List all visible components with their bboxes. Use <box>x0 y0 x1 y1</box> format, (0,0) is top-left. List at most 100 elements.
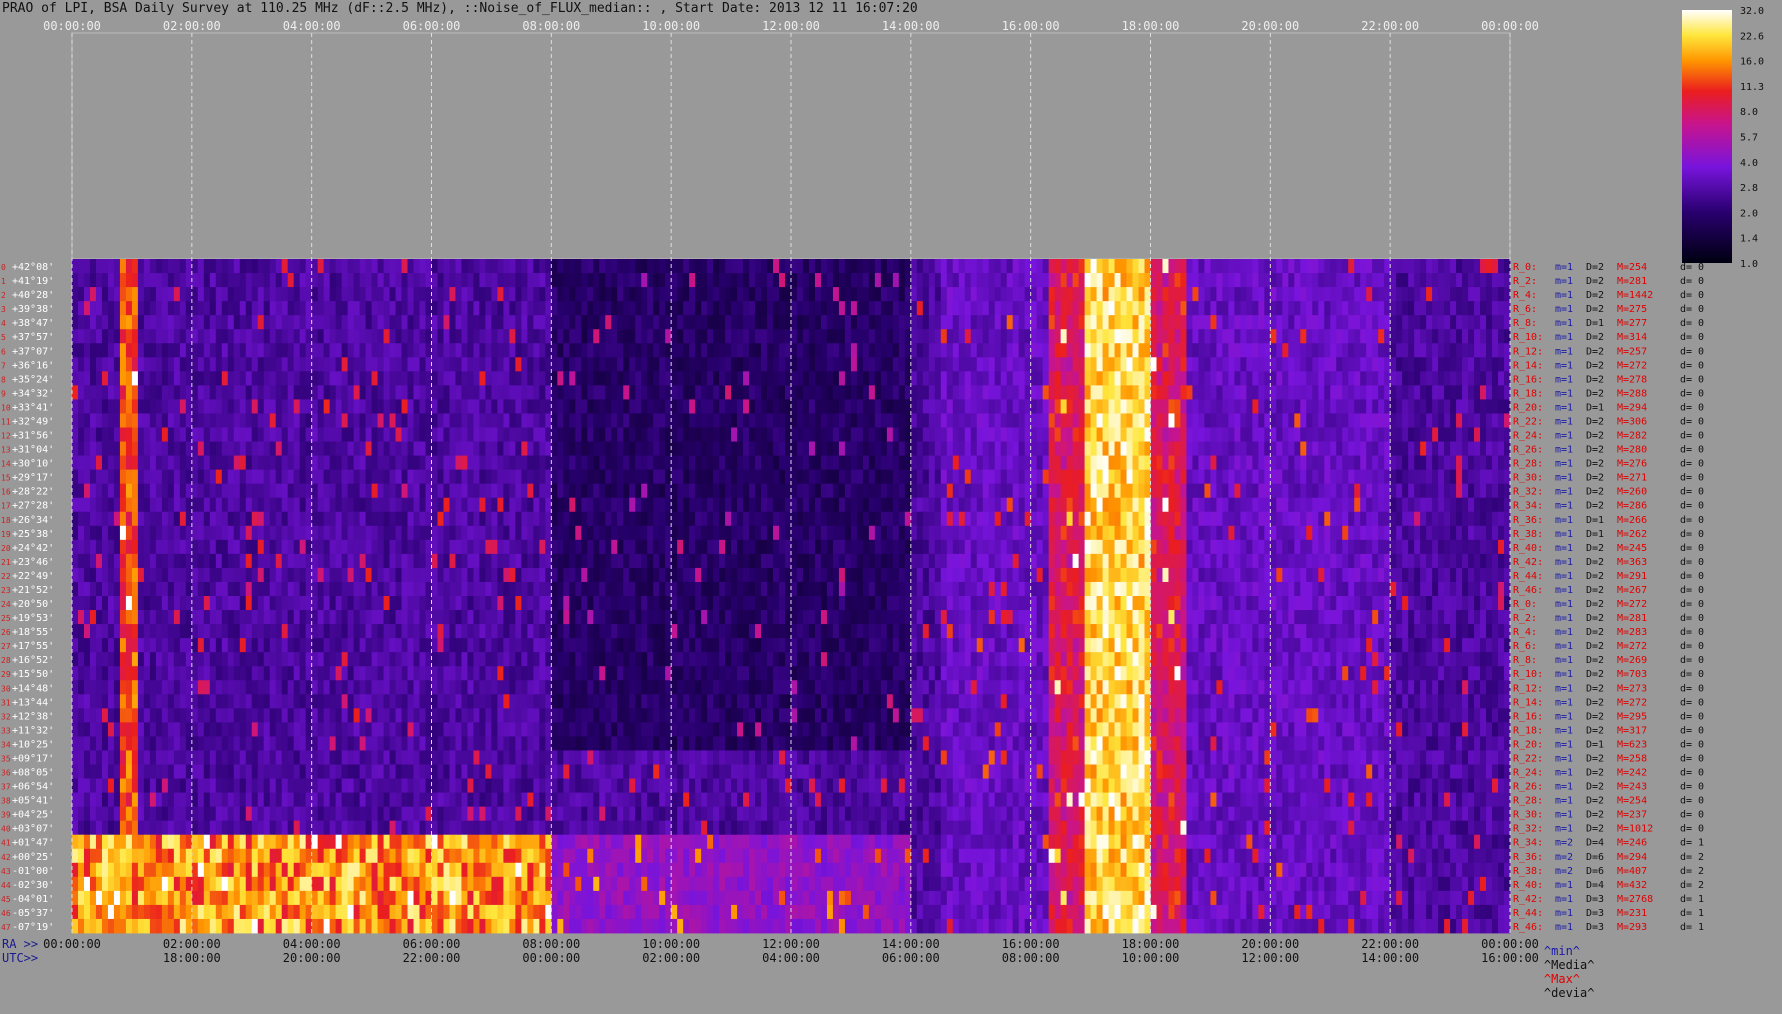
heatmap-cell <box>1246 301 1253 316</box>
heatmap-cell <box>677 399 684 414</box>
heatmap-cell <box>808 525 816 541</box>
heatmap-cell <box>641 427 648 442</box>
heatmap-cell <box>599 273 606 288</box>
heatmap-cell <box>545 483 552 499</box>
heatmap-cell <box>1288 483 1295 499</box>
heatmap-cell <box>886 385 894 400</box>
heatmap-cell <box>1252 511 1259 527</box>
heatmap-cell <box>832 455 840 471</box>
heatmap-cell <box>389 301 396 316</box>
heatmap-cell <box>791 259 798 274</box>
heatmap-cell <box>796 259 804 274</box>
heatmap-cell <box>551 259 558 274</box>
heatmap-cell <box>928 329 936 344</box>
heatmap-cell <box>311 525 319 541</box>
heatmap-cell <box>311 455 319 471</box>
heatmap-cell <box>155 399 163 414</box>
heatmap-cell <box>107 301 115 316</box>
heatmap-cell <box>1348 511 1355 527</box>
heatmap-cell <box>725 357 732 372</box>
heatmap-cell <box>1174 455 1181 471</box>
heatmap-cell <box>916 441 924 456</box>
heatmap-cell <box>952 329 960 344</box>
heatmap-cell <box>119 385 127 400</box>
heatmap-cell <box>617 469 624 485</box>
heatmap-cell <box>83 357 91 372</box>
heatmap-cell <box>1438 315 1445 330</box>
heatmap-cell <box>1474 441 1481 456</box>
heatmap-cell <box>227 259 235 274</box>
heatmap-cell <box>802 371 810 386</box>
heatmap-cell <box>107 441 115 456</box>
heatmap-cell <box>856 259 864 274</box>
heatmap-cell <box>1252 301 1259 316</box>
heatmap-cell <box>820 399 828 414</box>
heatmap-cell <box>1156 371 1163 386</box>
heatmap-cell <box>1174 497 1181 513</box>
heatmap-cell <box>1498 357 1505 372</box>
heatmap-cell <box>862 287 870 302</box>
heatmap-cell <box>1186 525 1193 541</box>
heatmap-cell <box>1210 357 1217 372</box>
heatmap-cell <box>1054 301 1062 316</box>
heatmap-cell <box>874 469 882 485</box>
heatmap-cell <box>449 511 456 527</box>
heatmap-cell <box>401 287 408 302</box>
heatmap-cell <box>605 343 612 358</box>
heatmap-cell <box>539 511 546 527</box>
heatmap-cell <box>551 385 558 400</box>
heatmap-cell <box>1000 343 1008 358</box>
heatmap-cell <box>814 301 822 316</box>
heatmap-cell <box>335 441 343 456</box>
heatmap-cell <box>293 455 301 471</box>
heatmap-cell <box>659 315 666 330</box>
heatmap-cell <box>1420 329 1427 344</box>
heatmap-cell <box>1378 525 1385 541</box>
heatmap-cell <box>970 273 978 288</box>
heatmap-cell <box>1024 315 1032 330</box>
heatmap-cell <box>1006 483 1014 499</box>
heatmap-cell <box>431 357 438 372</box>
heatmap-cell <box>928 343 936 358</box>
heatmap-cell <box>826 511 834 527</box>
heatmap-cell <box>982 371 990 386</box>
heatmap-cell <box>557 539 564 555</box>
heatmap-cell <box>856 455 864 471</box>
heatmap-cell <box>1114 427 1121 442</box>
heatmap-cell <box>1174 441 1181 456</box>
heatmap-cell <box>1462 287 1469 302</box>
heatmap-cell <box>95 301 103 316</box>
heatmap-cell <box>563 441 570 456</box>
heatmap-cell <box>173 315 181 330</box>
heatmap-cell <box>1300 287 1307 302</box>
heatmap-cell <box>1444 371 1451 386</box>
heatmap-cell <box>269 427 277 442</box>
heatmap-cell <box>1420 273 1427 288</box>
heatmap-cell <box>533 287 540 302</box>
heatmap-cell <box>1504 259 1511 274</box>
heatmap-cell <box>1102 497 1109 513</box>
heatmap-cell <box>1024 357 1032 372</box>
heatmap-cell <box>209 483 217 499</box>
heatmap-cell <box>1156 385 1163 400</box>
heatmap-cell <box>197 287 205 302</box>
heatmap-cell <box>743 343 750 358</box>
heatmap-cell <box>713 413 720 428</box>
heatmap-cell <box>892 525 900 541</box>
heatmap-cell <box>1444 441 1451 456</box>
heatmap-cell <box>383 511 390 527</box>
heatmap-cell <box>1342 343 1349 358</box>
heatmap-cell <box>587 427 594 442</box>
heatmap-cell <box>785 301 792 316</box>
heatmap-cell <box>1312 483 1319 499</box>
heatmap-cell <box>1456 441 1463 456</box>
heatmap-cell <box>1156 539 1163 555</box>
heatmap-cell <box>137 539 145 555</box>
heatmap-cell <box>485 315 492 330</box>
heatmap-cell <box>359 427 366 442</box>
heatmap-cell <box>1246 441 1253 456</box>
heatmap-cell <box>922 315 930 330</box>
heatmap-cell <box>976 483 984 499</box>
heatmap-cell <box>1426 287 1433 302</box>
heatmap-cell <box>1030 511 1038 527</box>
